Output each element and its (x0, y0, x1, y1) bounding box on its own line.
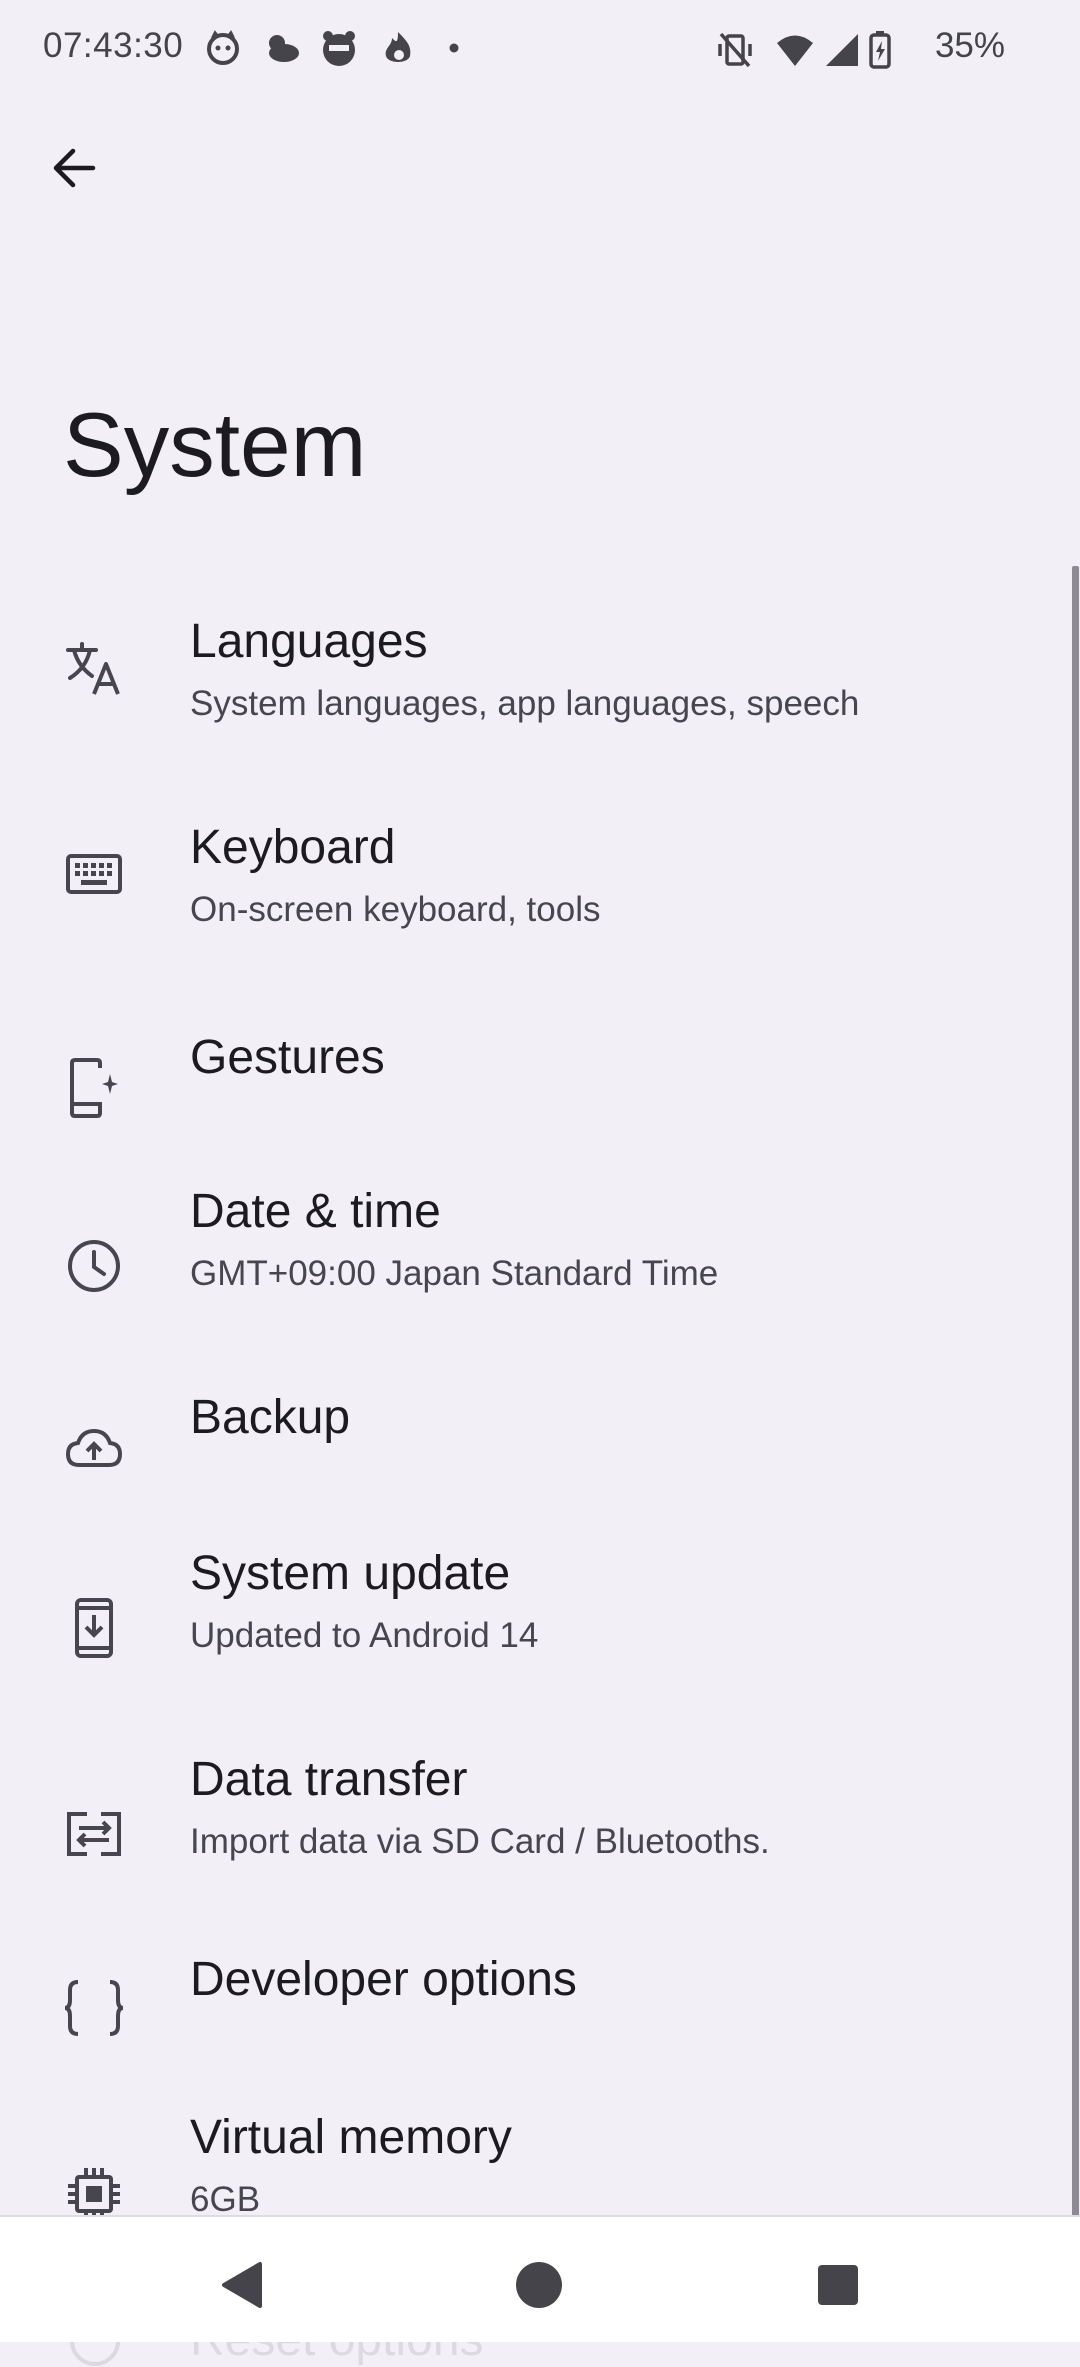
data-transfer-icon (62, 1802, 126, 1866)
back-button[interactable] (44, 138, 104, 198)
nav-back-button[interactable] (211, 2255, 271, 2315)
settings-item-system-update[interactable]: System update Updated to Android 14 (0, 1496, 1060, 1696)
memory-chip-icon (62, 2162, 126, 2215)
clock-icon (62, 1234, 126, 1298)
settings-item-virtual-memory[interactable]: Virtual memory 6GB (0, 2064, 1060, 2215)
nav-recents-button[interactable] (808, 2255, 868, 2315)
item-title: System update (190, 1547, 511, 1600)
item-subtitle: GMT+09:00 Japan Standard Time (190, 1254, 719, 1293)
settings-item-data-transfer[interactable]: Data transfer Import data via SD Card / … (0, 1702, 1060, 1902)
nav-home-button[interactable] (509, 2255, 569, 2315)
item-title: Developer options (190, 1953, 577, 2006)
arrow-back-icon (53, 148, 96, 188)
settings-item-languages[interactable]: Languages System languages, app language… (0, 566, 1060, 766)
settings-list[interactable]: System Languages System languages, app l… (0, 0, 1080, 2215)
navigation-bar (0, 2215, 1080, 2342)
item-title: Date & time (190, 1185, 441, 1238)
code-braces-icon (62, 1976, 126, 2040)
page-title: System (63, 395, 367, 496)
gestures-icon (62, 1056, 126, 1120)
item-subtitle: 6GB (190, 2180, 261, 2215)
keyboard-icon (62, 842, 126, 906)
nav-recents-icon (818, 2265, 858, 2305)
scroll-indicator[interactable] (1072, 566, 1079, 2215)
system-update-icon (62, 1596, 126, 1660)
item-title: Gestures (190, 1031, 385, 1084)
item-title: Keyboard (190, 821, 396, 874)
item-subtitle: On-screen keyboard, tools (190, 890, 601, 929)
item-subtitle: Import data via SD Card / Bluetooths. (190, 1822, 770, 1861)
settings-item-date-time[interactable]: Date & time GMT+09:00 Japan Standard Tim… (0, 1134, 1060, 1334)
item-title: Languages (190, 615, 428, 668)
item-subtitle: Updated to Android 14 (190, 1616, 539, 1655)
item-subtitle: System languages, app languages, speech (190, 684, 860, 723)
nav-back-icon (222, 2262, 262, 2308)
cloud-upload-icon (62, 1416, 126, 1480)
translate-icon (62, 636, 126, 700)
item-title: Backup (190, 1391, 351, 1444)
item-title: Data transfer (190, 1753, 468, 1806)
item-title: Virtual memory (190, 2111, 512, 2164)
nav-home-icon (516, 2262, 562, 2308)
settings-item-keyboard[interactable]: Keyboard On-screen keyboard, tools (0, 772, 1060, 972)
